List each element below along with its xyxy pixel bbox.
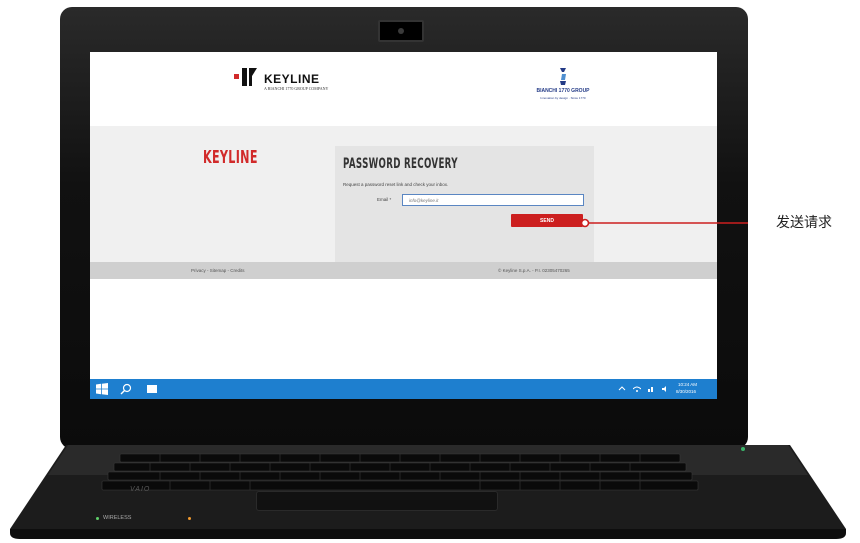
battery-icon[interactable] [647, 385, 655, 393]
windows-start-icon[interactable] [96, 383, 108, 395]
password-recovery-panel: PASSWORD RECOVERY Request a password res… [335, 146, 594, 268]
network-icon[interactable] [633, 385, 641, 393]
bianchi-logo-mark [560, 68, 566, 85]
email-label: Email * [377, 197, 392, 202]
touchpad[interactable] [256, 491, 498, 511]
search-icon[interactable] [120, 383, 132, 395]
recovery-description: Request a password reset link and check … [343, 182, 449, 187]
bianchi-group-tagline: Innovation by design · Since 1770 [540, 96, 586, 100]
keyline-tagline: A BIANCHI 1770 GROUP COMPANY [264, 86, 329, 91]
footer-links[interactable]: Privacy - Sitemap - Credits [191, 268, 245, 273]
volume-icon[interactable] [661, 385, 669, 393]
keyline-logo-mark [234, 68, 257, 86]
keyboard [101, 453, 699, 491]
email-field[interactable] [402, 194, 584, 206]
charge-led-icon [188, 517, 191, 520]
wireless-indicator-label: WIRELESS [103, 515, 132, 521]
brand-title: KEYLINE [203, 147, 258, 168]
clock-time[interactable]: 10:24 AM [678, 382, 697, 387]
power-led-icon [741, 447, 745, 451]
callout-label: 发送请求 [776, 215, 832, 231]
recovery-title: PASSWORD RECOVERY [343, 156, 458, 172]
bianchi-group-logo[interactable]: BIANCHI 1770 GROUP Innovation by design … [530, 66, 596, 102]
keyline-logo[interactable]: KEYLINE A BIANCHI 1770 GROUP COMPANY [234, 66, 354, 98]
wireless-led-icon [96, 517, 99, 520]
send-button[interactable]: SEND [511, 214, 583, 227]
site-footer: Privacy - Sitemap - Credits © Keyline S.… [90, 262, 717, 279]
callout-connector [580, 218, 748, 228]
clock-date[interactable]: 8/30/2016 [676, 389, 696, 394]
tray-chevron-icon[interactable] [618, 385, 626, 393]
vaio-logo: VAIO [130, 486, 151, 493]
task-view-icon[interactable] [146, 384, 158, 394]
bianchi-group-name: BIANCHI 1770 GROUP [536, 88, 590, 94]
keyline-wordmark: KEYLINE [264, 72, 320, 86]
footer-copyright: © Keyline S.p.A. - P.I. 02305470265 [498, 268, 570, 273]
webcam [378, 20, 424, 42]
windows-taskbar: 10:24 AM 8/30/2016 [90, 379, 717, 399]
site-header: KEYLINE A BIANCHI 1770 GROUP COMPANY BIA… [90, 52, 717, 126]
